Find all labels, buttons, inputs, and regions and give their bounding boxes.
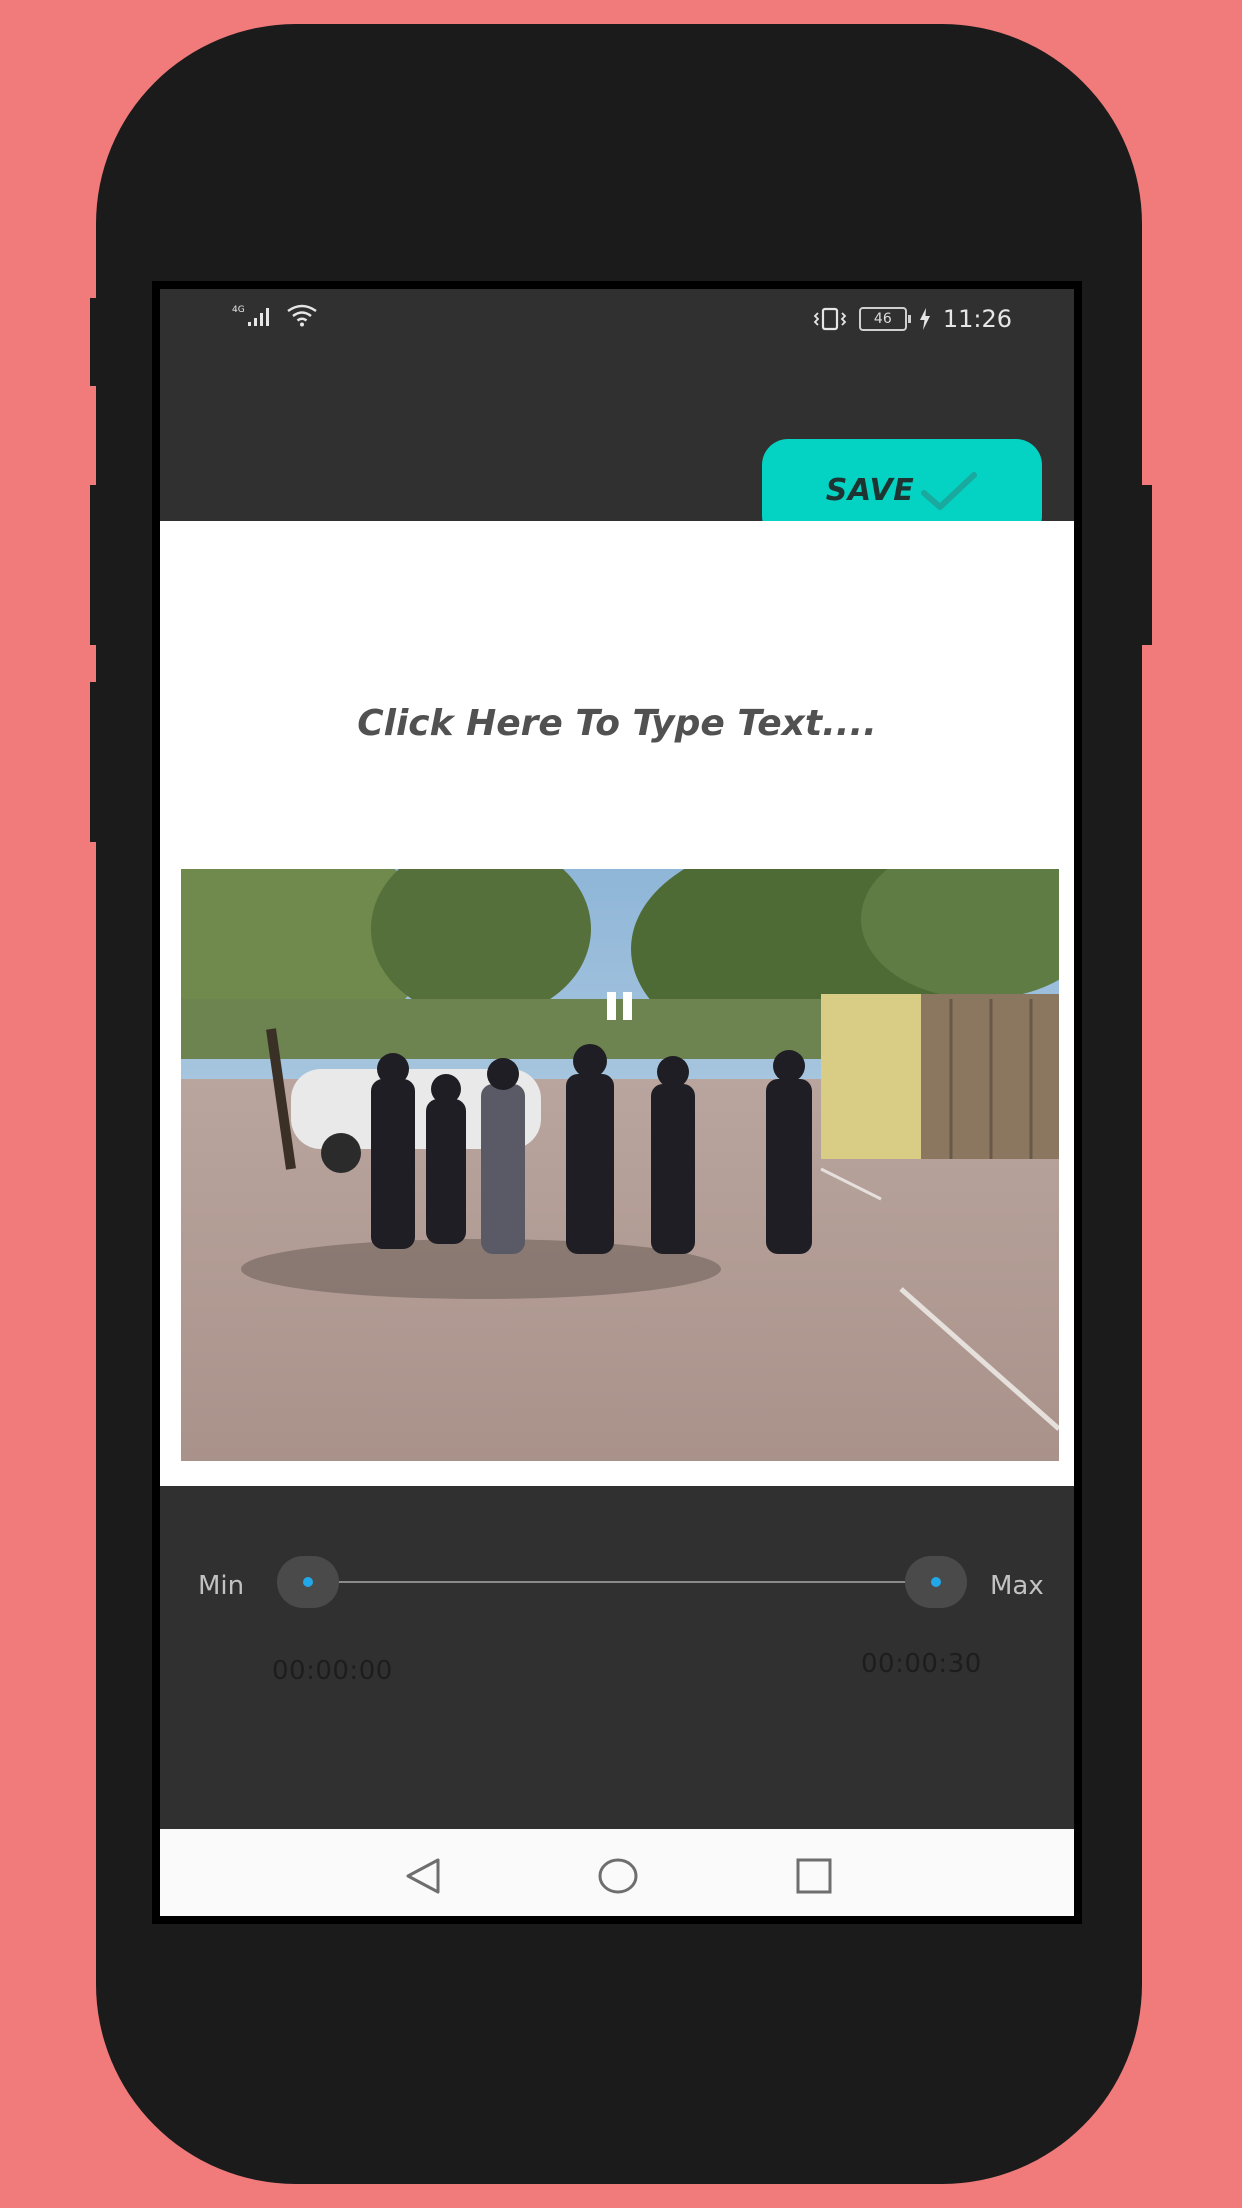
- pause-button[interactable]: [607, 992, 635, 1020]
- system-nav-bar: [160, 1829, 1074, 1916]
- start-time-readout: 00:00:00: [272, 1656, 393, 1686]
- video-frame-image: [181, 869, 1059, 1461]
- min-label: Min: [198, 1571, 245, 1601]
- max-label: Max: [990, 1571, 1044, 1601]
- app-screen: 4G 46 11:26 SAVE Click Here To Type Text…: [160, 289, 1074, 1916]
- phone-screen: 4G 46 11:26 SAVE Click Here To Type Text…: [152, 281, 1082, 1924]
- range-slider-end-thumb[interactable]: [905, 1556, 967, 1608]
- charging-bolt-icon: [919, 308, 930, 330]
- pause-icon-bar-left: [607, 992, 616, 1020]
- check-icon: [921, 471, 978, 510]
- back-icon[interactable]: [404, 1857, 442, 1895]
- network-type-label: 4G: [232, 305, 245, 315]
- status-bar: 4G 46 11:26: [160, 289, 1074, 345]
- end-thumb-dot: [931, 1577, 941, 1587]
- video-preview[interactable]: [181, 869, 1059, 1461]
- trim-controls: Min Max 00:00:00 00:00:30: [160, 1486, 1074, 1829]
- cellular-signal-icon: 4G: [232, 305, 269, 326]
- text-overlay-input[interactable]: Click Here To Type Text....: [160, 703, 1074, 744]
- status-left: 4G: [232, 303, 318, 327]
- range-slider-start-thumb[interactable]: [277, 1556, 339, 1608]
- editor-canvas: Click Here To Type Text....: [160, 521, 1074, 1486]
- wifi-icon: [287, 304, 317, 327]
- vibrate-icon: [813, 307, 847, 331]
- recents-icon[interactable]: [795, 1857, 833, 1895]
- phone-side-button-left-2: [90, 485, 102, 645]
- range-slider-track[interactable]: [308, 1581, 934, 1583]
- phone-side-button-left-1: [90, 298, 102, 386]
- phone-side-button-left-3: [90, 682, 102, 842]
- phone-side-button-right: [1138, 485, 1152, 645]
- end-time-readout: 00:00:30: [861, 1649, 982, 1679]
- status-right: 46 11:26: [813, 305, 1012, 333]
- battery-level: 46: [873, 311, 892, 327]
- start-thumb-dot: [303, 1577, 313, 1587]
- home-icon[interactable]: [598, 1857, 638, 1895]
- battery-indicator: 46: [858, 307, 911, 331]
- save-button-label: SAVE: [825, 473, 915, 508]
- pause-icon-bar-right: [623, 992, 632, 1020]
- status-time: 11:26: [942, 305, 1012, 333]
